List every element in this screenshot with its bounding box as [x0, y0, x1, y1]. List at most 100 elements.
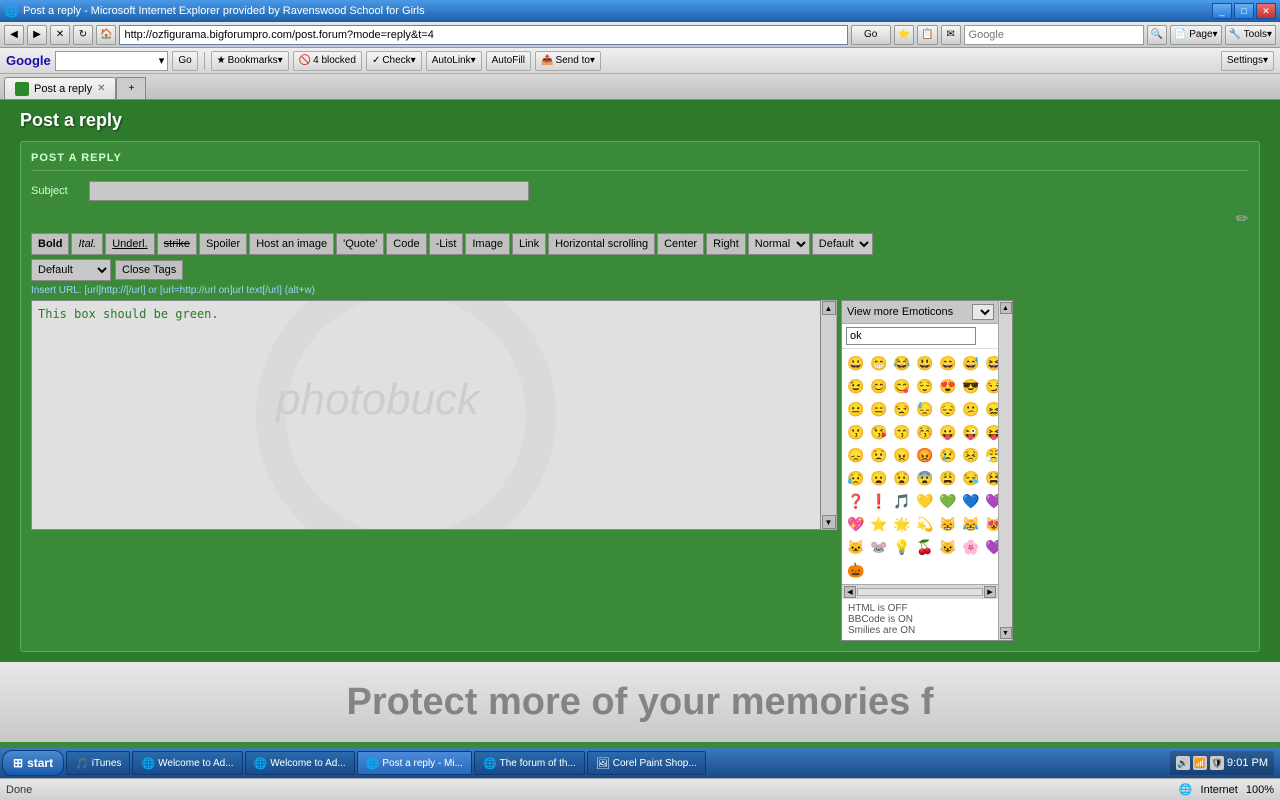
stop-button[interactable]: ✕	[50, 25, 70, 45]
emoticon-16[interactable]: 😑	[868, 398, 890, 420]
emoticon-45[interactable]: 🎵	[891, 490, 913, 512]
emoticon-54[interactable]: 😸	[937, 513, 959, 535]
emoticon-55[interactable]: 😹	[960, 513, 982, 535]
bold-button[interactable]: Bold	[31, 233, 69, 255]
emoticon-58[interactable]: 🐭	[868, 536, 890, 558]
taskbar-welcome1[interactable]: 🌐 Welcome to Ad...	[132, 751, 242, 775]
underline-button[interactable]: Underl.	[105, 233, 154, 255]
maximize-button[interactable]: □	[1234, 3, 1254, 19]
emoticon-1[interactable]: 😀	[845, 352, 867, 374]
emoticon-6[interactable]: 😅	[960, 352, 982, 374]
emoticon-32[interactable]: 😡	[914, 444, 936, 466]
emoticon-22[interactable]: 😗	[845, 421, 867, 443]
emoticon-30[interactable]: 😟	[868, 444, 890, 466]
address-bar[interactable]	[119, 25, 847, 45]
tools-button[interactable]: 🔧 Tools▾	[1225, 25, 1276, 45]
taskbar-forum[interactable]: 🌐 The forum of th...	[474, 751, 585, 775]
pen-icon[interactable]: ✏	[1236, 209, 1249, 229]
italic-button[interactable]: Ital.	[71, 233, 103, 255]
emoticon-62[interactable]: 🌸	[960, 536, 982, 558]
emoticon-41[interactable]: 😪	[960, 467, 982, 489]
link-button[interactable]: Link	[512, 233, 546, 255]
taskbar-post-reply[interactable]: 🌐 Post a reply - Mi...	[357, 751, 472, 775]
close-tags-button[interactable]: Close Tags	[115, 260, 183, 280]
emoticon-10[interactable]: 😋	[891, 375, 913, 397]
font-color-select[interactable]: Default	[812, 233, 873, 255]
emoticon-50[interactable]: 💖	[845, 513, 867, 535]
emoticons-scrollbar[interactable]: ▲ ▼	[998, 301, 1012, 640]
emoticons-scroll-down[interactable]: ▼	[1000, 627, 1012, 639]
emoticon-13[interactable]: 😎	[960, 375, 982, 397]
emoticon-46[interactable]: 💛	[914, 490, 936, 512]
emoticon-20[interactable]: 😕	[960, 398, 982, 420]
emoticon-44[interactable]: ❗	[868, 490, 890, 512]
emoticon-38[interactable]: 😧	[891, 467, 913, 489]
emoticon-53[interactable]: 💫	[914, 513, 936, 535]
emoticon-19[interactable]: 😔	[937, 398, 959, 420]
google-search-input[interactable]	[59, 55, 159, 67]
refresh-button[interactable]: ↻	[73, 25, 93, 45]
emoticon-52[interactable]: 🌟	[891, 513, 913, 535]
emoticons-type-select[interactable]	[972, 304, 994, 320]
emoticon-29[interactable]: 😞	[845, 444, 867, 466]
go-button[interactable]: Go	[851, 25, 891, 45]
emoticon-43[interactable]: ❓	[845, 490, 867, 512]
emoticons-hscroll-left[interactable]: ◀	[844, 586, 856, 598]
font-face-select[interactable]: Default	[31, 259, 111, 281]
host-image-button[interactable]: Host an image	[249, 233, 334, 255]
favorites-button[interactable]: ⭐	[894, 25, 914, 45]
emoticon-26[interactable]: 😛	[937, 421, 959, 443]
blocked-button[interactable]: 🚫 4 blocked	[293, 51, 362, 71]
image-button[interactable]: Image	[465, 233, 510, 255]
emoticon-33[interactable]: 😢	[937, 444, 959, 466]
emoticon-64[interactable]: 🎃	[845, 559, 867, 581]
autofill-button[interactable]: AutoFill	[486, 51, 531, 71]
emoticon-48[interactable]: 💙	[960, 490, 982, 512]
font-size-select[interactable]: Normal	[748, 233, 810, 255]
google-search-container[interactable]: ▾	[55, 51, 169, 71]
close-button[interactable]: ✕	[1256, 3, 1276, 19]
emoticon-40[interactable]: 😩	[937, 467, 959, 489]
tab-close-icon[interactable]: ✕	[97, 83, 105, 94]
emoticon-18[interactable]: 😓	[914, 398, 936, 420]
emoticon-24[interactable]: 😙	[891, 421, 913, 443]
message-textarea[interactable]: This box should be green.	[32, 301, 820, 529]
emoticon-39[interactable]: 😨	[914, 467, 936, 489]
emoticon-37[interactable]: 😦	[868, 467, 890, 489]
scrollbar-up-button[interactable]: ▲	[822, 301, 836, 315]
settings-button[interactable]: Settings▾	[1221, 51, 1274, 71]
hscroll-button[interactable]: Horizontal scrolling	[548, 233, 655, 255]
minimize-button[interactable]: _	[1212, 3, 1232, 19]
new-tab-button[interactable]: +	[116, 77, 146, 99]
forward-button[interactable]: ▶	[27, 25, 47, 45]
emoticon-61[interactable]: 😺	[937, 536, 959, 558]
quote-button[interactable]: 'Quote'	[336, 233, 384, 255]
emoticon-34[interactable]: 😣	[960, 444, 982, 466]
strike-button[interactable]: strike	[157, 233, 197, 255]
google-go-button[interactable]: Go	[172, 51, 197, 71]
emoticon-11[interactable]: 😌	[914, 375, 936, 397]
emoticon-9[interactable]: 😊	[868, 375, 890, 397]
search-go-button[interactable]: 🔍	[1147, 25, 1167, 45]
spoiler-button[interactable]: Spoiler	[199, 233, 247, 255]
emoticons-search-input[interactable]	[846, 327, 976, 345]
right-button[interactable]: Right	[706, 233, 746, 255]
scrollbar-down-button[interactable]: ▼	[822, 515, 836, 529]
taskbar-itunes[interactable]: 🎵 iTunes	[66, 751, 130, 775]
subject-input[interactable]	[89, 181, 529, 201]
emoticon-36[interactable]: 😥	[845, 467, 867, 489]
center-button[interactable]: Center	[657, 233, 704, 255]
emoticon-27[interactable]: 😜	[960, 421, 982, 443]
home-button[interactable]: 🏠	[96, 25, 116, 45]
history-button[interactable]: 📋	[917, 25, 937, 45]
page-button[interactable]: 📄 Page▾	[1170, 25, 1222, 45]
taskbar-welcome2[interactable]: 🌐 Welcome to Ad...	[245, 751, 355, 775]
check-button[interactable]: ✓ Check▾	[366, 51, 422, 71]
emoticon-59[interactable]: 💡	[891, 536, 913, 558]
emoticon-47[interactable]: 💚	[937, 490, 959, 512]
back-button[interactable]: ◀	[4, 25, 24, 45]
emoticon-4[interactable]: 😃	[914, 352, 936, 374]
emoticons-hscroll-right[interactable]: ▶	[984, 586, 996, 598]
emoticons-scroll-up[interactable]: ▲	[1000, 302, 1012, 314]
emoticon-23[interactable]: 😘	[868, 421, 890, 443]
